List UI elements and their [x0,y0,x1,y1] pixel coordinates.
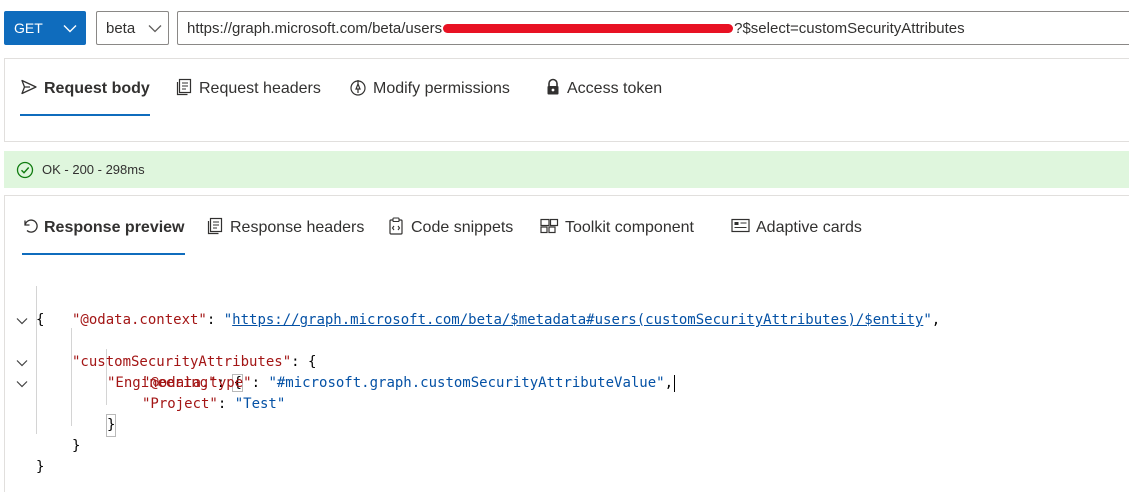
json-colon: : [206,312,224,328]
lock-icon [545,78,561,101]
undo-icon [22,218,38,239]
version-label: beta [106,19,136,37]
chevron-down-icon [54,24,86,33]
tab-label: Access token [567,80,663,97]
json-colon: : [291,354,309,370]
json-key: "Project" [142,396,218,412]
json-key: "@odata.context" [72,312,207,328]
code-line: "@odata.context": "https://graph.microso… [72,312,941,328]
tab-adaptive-cards[interactable]: Adaptive cards [731,198,862,258]
tab-label: Toolkit component [565,219,694,236]
graph-explorer: GET beta https://graph.microsoft.com/bet… [0,0,1129,492]
tab-label: Code snippets [411,219,514,236]
json-string: "Test" [234,396,286,412]
code-line: "customSecurityAttributes": { [5,310,316,370]
tab-label: Response preview [44,219,185,236]
response-panel: Response preview Response headers Code s… [4,195,1129,492]
json-colon: : [251,375,269,391]
tab-label: Response headers [230,219,365,236]
tab-toolkit-component[interactable]: Toolkit component [540,198,694,258]
tab-access-token[interactable]: Access token [545,59,662,119]
code-line: } [5,415,80,454]
http-method-dropdown[interactable]: GET [4,11,86,45]
request-panel: Request body Request headers Modify perm… [4,58,1129,142]
odata-context-link[interactable]: https://graph.microsoft.com/beta/$metada… [232,312,923,328]
card-icon [731,218,750,238]
json-comma: , [931,312,941,328]
json-brace-matched: } [105,414,117,437]
json-brace: } [72,438,81,454]
code-line: { [5,268,72,328]
toolkit-icon [540,218,559,239]
tab-label: Request headers [199,80,321,97]
chevron-down-icon [142,24,168,33]
tab-request-headers[interactable]: Request headers [175,59,321,119]
url-suffix: ?$select=customSecurityAttributes [734,19,965,37]
json-colon: : [217,396,235,412]
tab-label: Modify permissions [373,80,510,97]
tab-label: Adaptive cards [756,219,862,236]
permissions-icon [349,78,367,101]
json-string: "#microsoft.graph.customSecurityAttribut… [268,375,665,391]
code-line: } [5,436,72,475]
url-prefix: https://graph.microsoft.com/beta/users [187,19,443,37]
tab-code-snippets[interactable]: Code snippets [388,198,513,258]
clipboard-icon [388,216,405,240]
tab-response-preview[interactable]: Response preview [22,198,185,258]
version-dropdown[interactable]: beta [96,11,169,45]
http-method-label: GET [14,20,43,36]
tab-response-headers[interactable]: Response headers [206,198,364,258]
json-brace: } [36,459,45,475]
status-text: OK - 200 - 298ms [42,162,145,177]
json-key: "@odata.type" [142,375,252,391]
json-brace: { [308,354,317,370]
json-key: "customSecurityAttributes" [72,354,292,370]
code-line: "@odata.type": "#microsoft.graph.customS… [5,352,676,392]
request-url-input[interactable]: https://graph.microsoft.com/beta/users ?$… [177,11,1129,45]
headers-icon [206,217,224,240]
tab-request-body[interactable]: Request body [20,59,150,119]
text-cursor [674,374,676,392]
tab-modify-permissions[interactable]: Modify permissions [349,59,510,119]
headers-icon [175,78,193,101]
status-message-bar: OK - 200 - 298ms [4,151,1129,188]
code-line: "Engineering": { [5,331,243,392]
send-icon [20,79,38,100]
json-comma: , [664,375,674,391]
check-circle-icon [16,161,34,179]
redacted-user-id [442,19,734,37]
code-line: } [5,394,117,437]
code-line: "Project": "Test" [5,373,285,412]
tab-label: Request body [44,80,150,97]
